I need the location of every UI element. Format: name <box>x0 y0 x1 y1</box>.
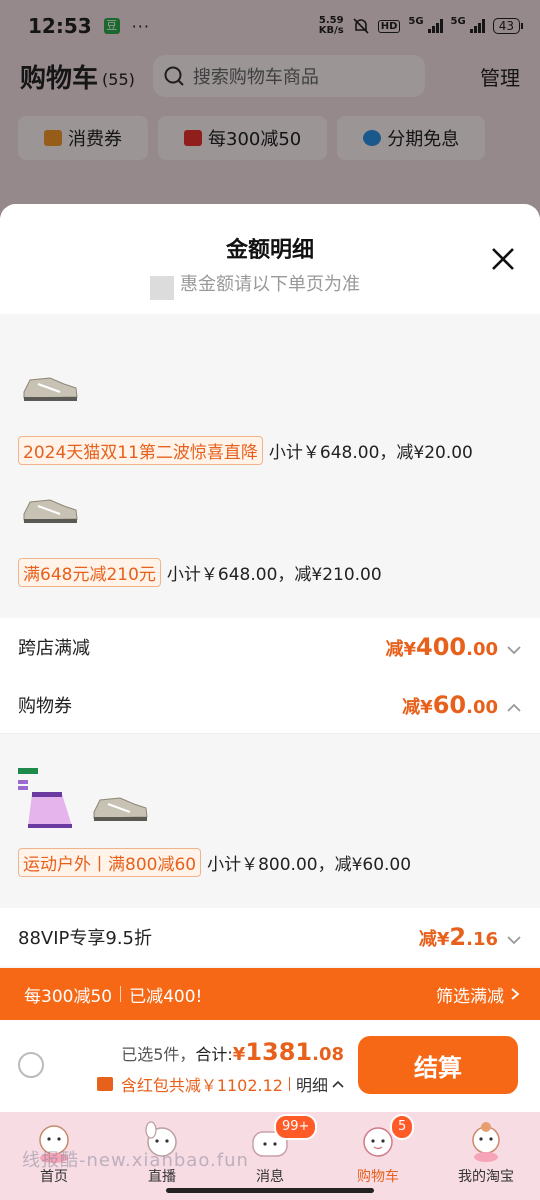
promo-tag: 2024天猫双11第二波惊喜直降 <box>18 436 263 465</box>
promo-subtotal: 小计￥800.00，减¥60.00 <box>207 855 412 875</box>
filter-discount-link[interactable]: 筛选满减 <box>436 982 520 1007</box>
checkout-bar: 已选5件， 合计: ¥ 1381 .08 含红包共减￥1102.12 明细 结算 <box>0 1020 540 1112</box>
chevron-down-icon <box>507 646 521 655</box>
chevron-up-icon <box>332 1080 344 1088</box>
sheet-title: 金额明细 <box>225 238 314 263</box>
close-icon[interactable] <box>488 244 518 274</box>
row-value: 减¥ 60.00 <box>402 691 522 719</box>
chevron-right-icon <box>511 988 520 1000</box>
checkout-button[interactable]: 结算 <box>358 1036 518 1094</box>
sheet-header: 金额明细 惠金额请以下单页为准 <box>0 204 540 314</box>
promo-row: 运动户外丨满800减60 小计￥800.00，减¥60.00 <box>18 848 411 877</box>
chevron-down-icon <box>507 936 521 945</box>
cross-store-discount-row[interactable]: 跨店满减 减¥ 400.00 <box>0 618 540 676</box>
divider <box>120 986 122 1002</box>
row-value: 减¥ 2.16 <box>419 923 522 951</box>
row-label: 购物券 <box>18 695 72 717</box>
tab-my-taobao[interactable]: 我的淘宝 <box>432 1112 540 1200</box>
select-all-checkbox[interactable] <box>18 1052 44 1078</box>
watermark: 线报酷-new.xianbao.fun <box>22 1150 249 1171</box>
savings-summary: 含红包共减￥1102.12 明细 <box>96 1072 344 1096</box>
sheet-subtitle: 惠金额请以下单页为准 <box>180 274 360 295</box>
tab-cart[interactable]: 购物车 5 <box>324 1112 432 1200</box>
product-thumbnail-shoe[interactable] <box>90 790 150 824</box>
total-cents: .08 <box>312 1044 344 1065</box>
shopping-coupon-row[interactable]: 购物券 减¥ 60.00 <box>0 676 540 734</box>
row-label: 88VIP专享9.5折 <box>18 928 153 949</box>
banner-saved: 已减400! <box>129 986 203 1007</box>
total-summary: 已选5件， 合计: ¥ 1381 .08 <box>121 1038 344 1066</box>
selected-count: 已选5件， <box>121 1045 196 1064</box>
promo-row: 满648元减210元 小计￥648.00，减¥210.00 <box>18 558 382 587</box>
total-amount: 1381 <box>245 1038 313 1066</box>
promo-subtotal: 小计￥648.00，减¥20.00 <box>268 443 473 463</box>
home-indicator[interactable] <box>166 1188 374 1193</box>
vip-discount-row[interactable]: 88VIP专享9.5折 减¥ 2.16 <box>0 908 540 966</box>
divider <box>288 1077 290 1091</box>
redaction-mask <box>150 276 174 300</box>
total-label: 合计: <box>195 1045 233 1064</box>
detail-toggle[interactable]: 明细 <box>296 1072 344 1096</box>
promo-tag: 满648元减210元 <box>18 558 161 587</box>
discount-banner[interactable]: 每300减50 已减400! 筛选满减 <box>0 968 540 1020</box>
savings-text: 含红包共减￥1102.12 <box>120 1076 283 1095</box>
currency: ¥ <box>232 1044 246 1065</box>
cart-badge: 5 <box>390 1114 415 1140</box>
promo-row: 2024天猫双11第二波惊喜直降 小计￥648.00，减¥20.00 <box>18 436 473 465</box>
row-label: 跨店满减 <box>18 638 90 659</box>
banner-promo: 每300减50 <box>24 986 113 1007</box>
message-badge: 99+ <box>274 1114 318 1140</box>
amount-detail-sheet: 金额明细 惠金额请以下单页为准 2024天猫双11第二波惊喜直降 小计￥648.… <box>0 204 540 1020</box>
promo-tag: 运动户外丨满800减60 <box>18 848 202 877</box>
profile-mascot-icon <box>472 1122 500 1162</box>
promo-subtotal: 小计￥648.00，减¥210.00 <box>166 565 382 585</box>
product-thumbnail-shoe[interactable] <box>20 370 80 404</box>
chevron-up-icon <box>507 703 521 712</box>
product-thumbnail-shoe[interactable] <box>20 492 80 526</box>
product-thumbnail-skirt[interactable] <box>18 768 74 834</box>
red-packet-icon <box>96 1077 113 1091</box>
row-value: 减¥ 400.00 <box>385 633 522 661</box>
